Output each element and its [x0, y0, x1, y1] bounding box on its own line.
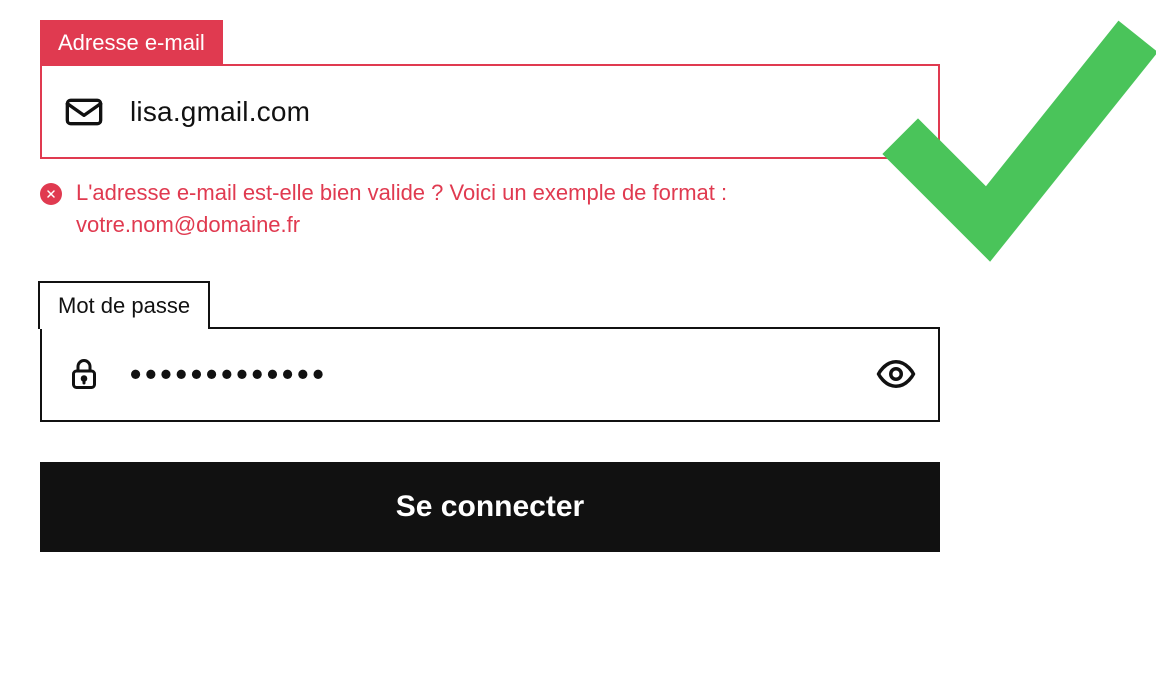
- password-input-row[interactable]: •••••••••••••: [40, 327, 940, 422]
- email-error-row: L'adresse e-mail est-elle bien valide ? …: [40, 177, 940, 241]
- envelope-icon: [62, 90, 106, 134]
- eye-icon[interactable]: [874, 352, 918, 396]
- email-field-group: Adresse e-mail: [40, 20, 940, 159]
- login-button[interactable]: Se connecter: [40, 462, 940, 552]
- email-input[interactable]: [130, 96, 918, 128]
- login-form: Adresse e-mail L'adresse e-mail est-elle…: [40, 20, 940, 552]
- email-input-row[interactable]: [40, 64, 940, 159]
- email-label: Adresse e-mail: [40, 20, 223, 66]
- password-input[interactable]: •••••••••••••: [130, 356, 874, 393]
- lock-icon: [62, 352, 106, 396]
- password-field-group: Mot de passe •••••••••••••: [40, 281, 940, 422]
- password-label: Mot de passe: [38, 281, 210, 329]
- email-error-text: L'adresse e-mail est-elle bien valide ? …: [76, 177, 836, 241]
- error-icon: [40, 183, 62, 205]
